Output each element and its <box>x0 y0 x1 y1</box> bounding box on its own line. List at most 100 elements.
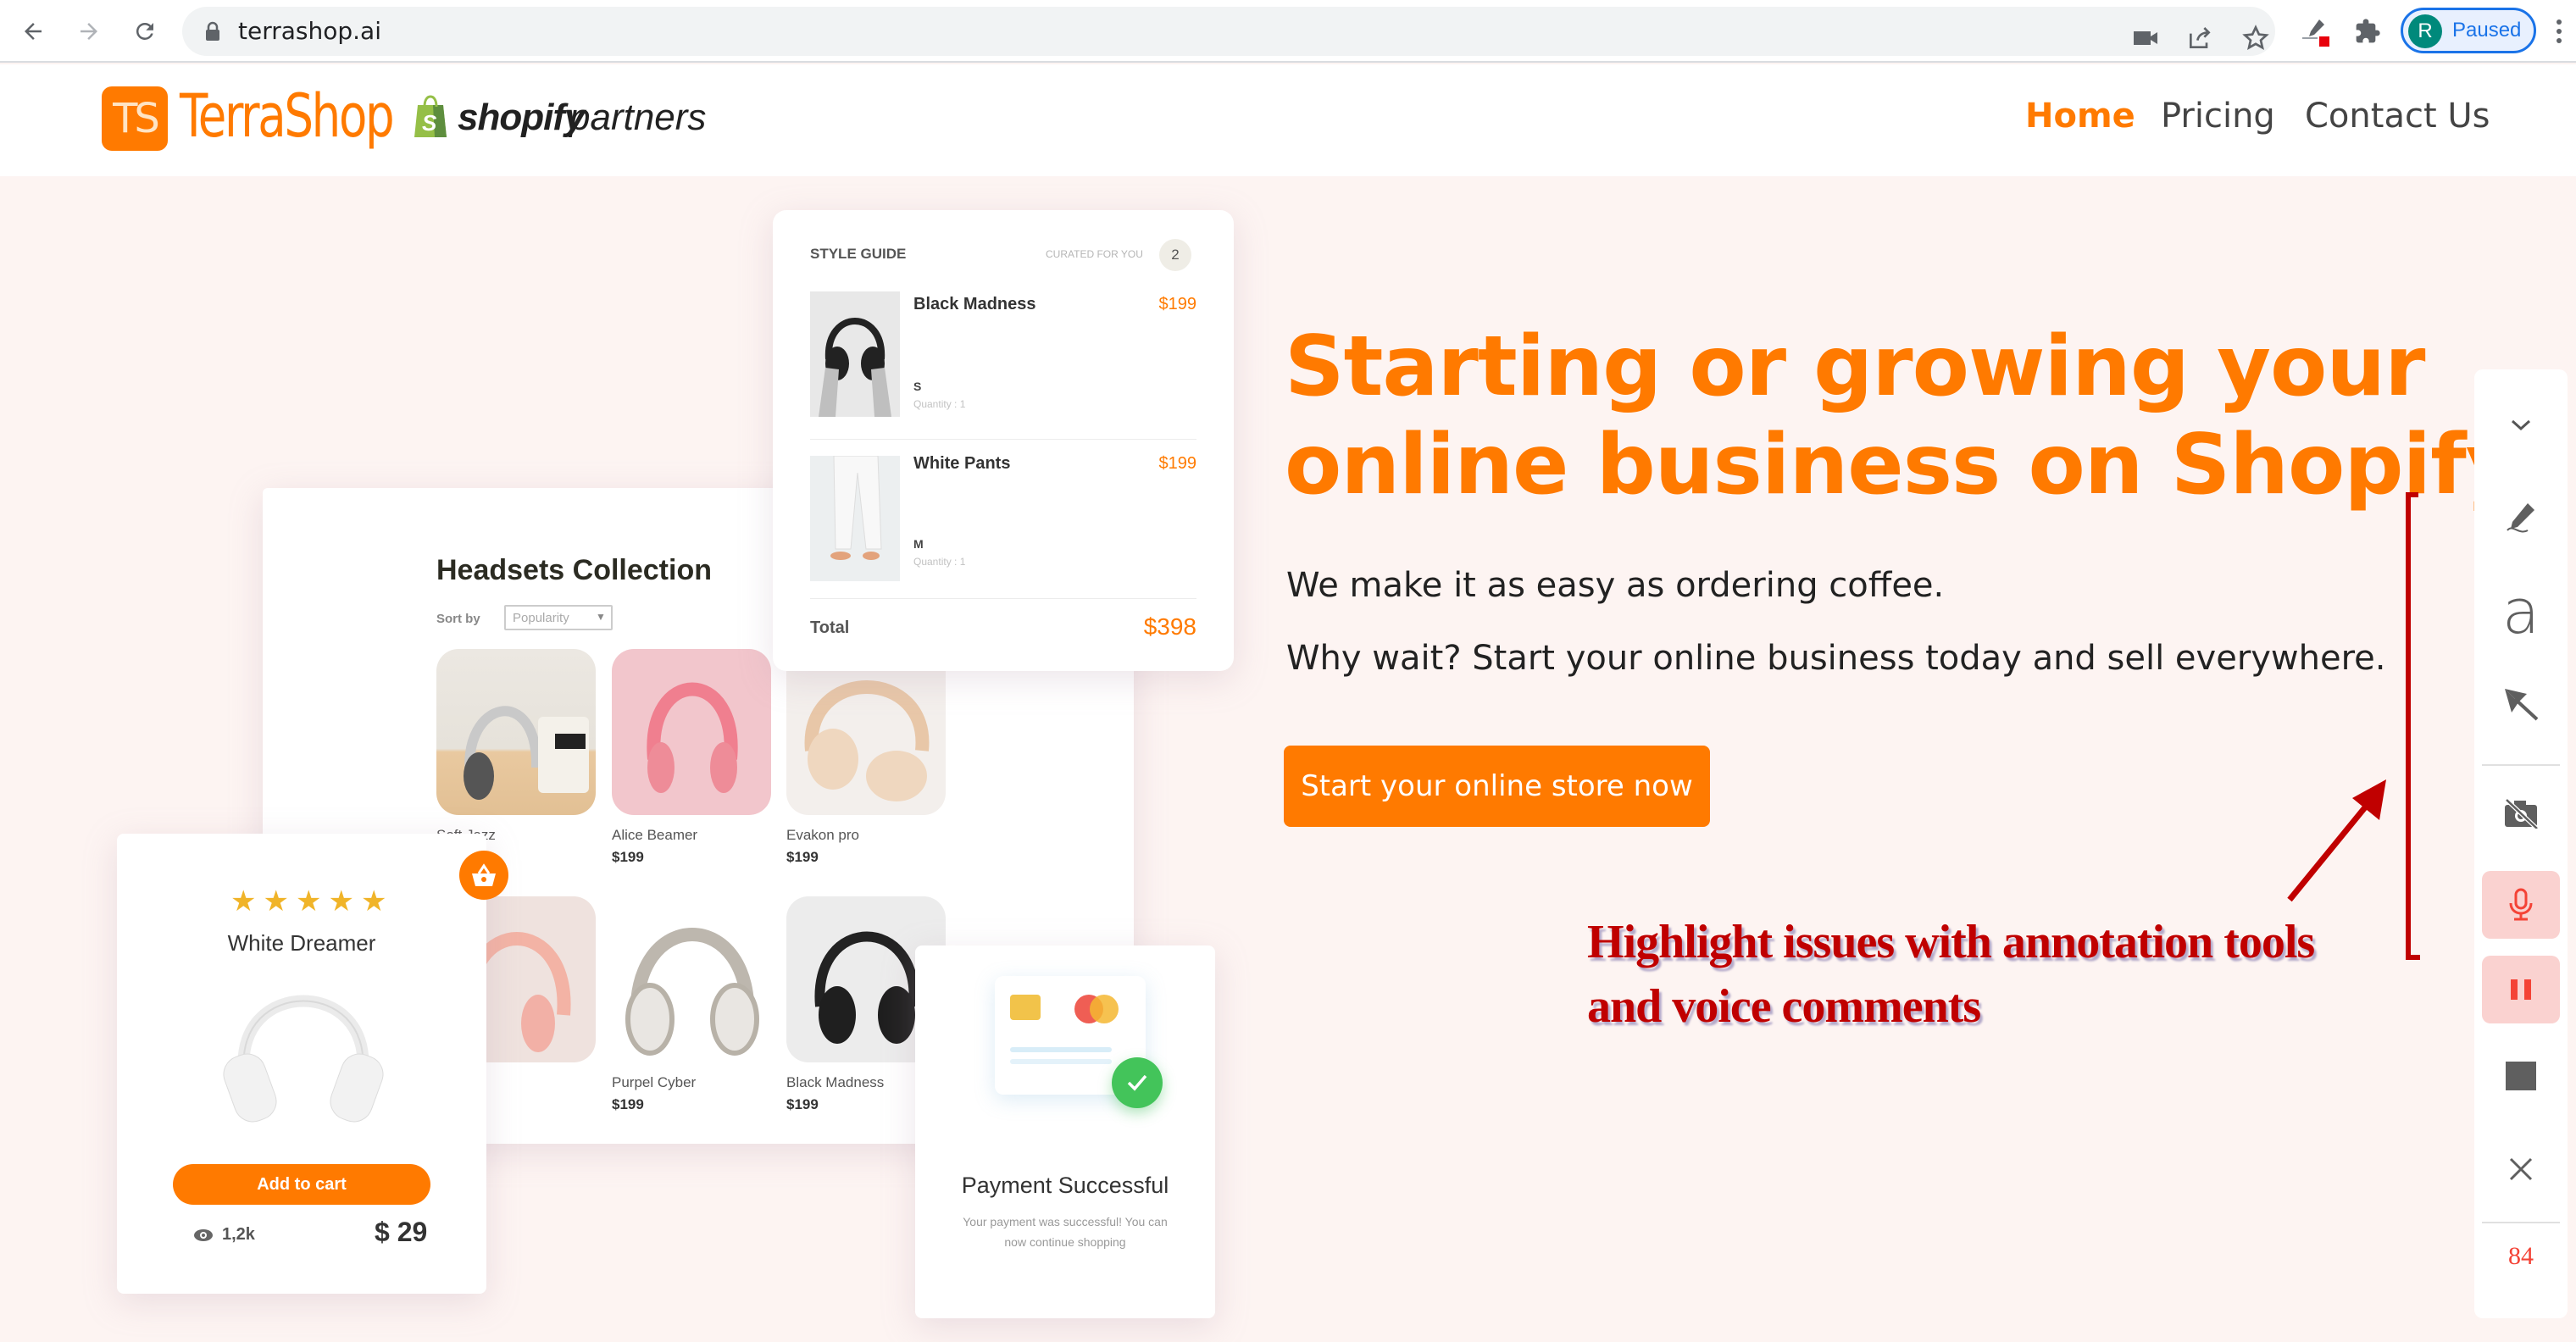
product-price: $199 <box>612 1096 644 1112</box>
chevron-down-icon <box>2511 419 2531 431</box>
svg-text:S: S <box>422 110 437 136</box>
arrow-tool-button[interactable] <box>2482 671 2560 739</box>
pen-icon <box>2507 503 2534 533</box>
camera-icon[interactable] <box>2129 22 2162 54</box>
style-guide-title: STYLE GUIDE <box>810 246 907 262</box>
close-button[interactable] <box>2482 1135 2560 1203</box>
headphones-image <box>223 995 384 1123</box>
toolbar-divider <box>2482 1222 2560 1223</box>
item-image <box>810 291 900 417</box>
lock-icon <box>206 21 219 41</box>
address-bar[interactable]: terrashop.ai <box>182 7 2275 56</box>
mastercard-icon-overlap <box>1090 995 1119 1023</box>
annotate-extension-icon[interactable] <box>2300 15 2332 47</box>
chevron-down-icon: ▼ <box>596 611 606 623</box>
pants-icon <box>830 455 882 560</box>
nav-contact-us[interactable]: Contact Us <box>2305 97 2490 136</box>
star-icon: ★ <box>230 885 257 918</box>
product-price: $ 29 <box>375 1217 428 1247</box>
extensions-puzzle-icon[interactable] <box>2351 15 2384 47</box>
card-stripe <box>1010 1047 1112 1052</box>
card-stripe <box>1010 1059 1112 1064</box>
nav-home[interactable]: Home <box>2025 97 2135 136</box>
headphones-icon <box>464 706 589 800</box>
payment-card: Payment Successful Your payment was succ… <box>915 946 1215 1318</box>
item-quantity: Quantity : 1 <box>913 398 966 410</box>
annotation-text-line2: and voice comments <box>1587 980 1981 1033</box>
hero-paragraph-1: We make it as easy as ordering coffee. <box>1286 566 1945 605</box>
back-arrow-icon[interactable] <box>14 12 53 51</box>
product-image-purpel-cyber[interactable] <box>612 896 771 1062</box>
headphones-icon <box>647 682 738 793</box>
recording-toolbar: a 84 <box>2474 369 2568 1318</box>
product-name: Purpel Cyber <box>612 1074 697 1090</box>
kebab-menu-icon[interactable] <box>2551 15 2568 47</box>
sort-value: Popularity <box>513 611 569 625</box>
chip-icon <box>1010 995 1041 1020</box>
star-rating: ★ ★ ★ ★ ★ <box>230 884 386 918</box>
view-count: 1,2k <box>222 1225 255 1244</box>
hero-paragraph-2: Why wait? Start your online business tod… <box>1286 639 2386 678</box>
product-name: Evakon pro <box>786 827 859 843</box>
text-icon: a <box>2501 576 2540 647</box>
product-price: $199 <box>612 849 644 865</box>
collection-title: Headsets Collection <box>436 554 712 586</box>
forward-arrow-icon[interactable] <box>69 12 108 51</box>
item-price: $199 <box>1158 295 1197 313</box>
toolbar-divider <box>2482 764 2560 766</box>
style-guide-card: STYLE GUIDE CURATED FOR YOU 2 Black Madn… <box>773 210 1234 671</box>
basket-button[interactable] <box>459 851 508 900</box>
start-store-button[interactable]: Start your online store now <box>1284 746 1710 827</box>
annotation-bracket <box>2406 492 2420 960</box>
item-size: M <box>913 537 924 551</box>
product-image-evakon-pro[interactable] <box>786 649 946 815</box>
payment-title: Payment Successful <box>961 1173 1169 1198</box>
site-header: TS TerraShop S shopify partners Home Pri… <box>0 64 2576 176</box>
bookmark-star-icon[interactable] <box>2240 22 2272 54</box>
logo-name: TerraShop <box>180 81 395 151</box>
headphones-icon <box>804 680 930 801</box>
item-size: S <box>913 380 922 393</box>
text-tool-button[interactable]: a <box>2482 578 2560 646</box>
logo-badge: TS <box>102 86 168 151</box>
product-price: $199 <box>786 1096 819 1112</box>
product-price: $199 <box>786 849 819 865</box>
basket-icon <box>472 863 496 886</box>
camera-toggle-button[interactable] <box>2482 779 2560 847</box>
microphone-icon <box>2509 888 2533 921</box>
annotation-drawings <box>2287 492 2420 960</box>
sort-dropdown[interactable]: Popularity ▼ <box>504 605 613 630</box>
star-icon: ★ <box>360 885 387 918</box>
payment-message-line1: Your payment was successful! You can <box>963 1215 1168 1228</box>
url-text[interactable]: terrashop.ai <box>238 17 381 45</box>
product-name: Alice Beamer <box>612 827 698 843</box>
pen-tool-button[interactable] <box>2482 485 2560 552</box>
reload-icon[interactable] <box>125 12 164 51</box>
microphone-button[interactable] <box>2482 871 2560 939</box>
browser-toolbar: terrashop.ai R Paused <box>0 0 2576 63</box>
recording-timer: 84 <box>2508 1242 2534 1270</box>
item-name: White Pants <box>913 454 1011 473</box>
share-icon[interactable] <box>2184 22 2216 54</box>
total-value: $398 <box>1143 613 1196 640</box>
headphones-icon <box>625 928 759 1056</box>
collapse-toolbar-button[interactable] <box>2482 391 2560 459</box>
eye-icon <box>194 1229 213 1241</box>
product-image-alice-beamer[interactable] <box>612 649 771 815</box>
divider <box>810 598 1196 599</box>
stop-icon <box>2506 1062 2536 1090</box>
count-badge: 2 <box>1159 239 1191 271</box>
sort-label: Sort by <box>436 612 480 626</box>
add-to-cart-button[interactable]: Add to cart <box>173 1164 430 1205</box>
profile-button[interactable]: R Paused <box>2401 8 2536 53</box>
nav-pricing[interactable]: Pricing <box>2161 97 2275 136</box>
success-check-icon <box>1112 1057 1163 1108</box>
shopify-bag-icon: S <box>414 95 447 137</box>
camera-off-icon <box>2505 798 2539 829</box>
close-icon <box>2509 1157 2533 1181</box>
pause-button[interactable] <box>2482 956 2560 1023</box>
product-image-soft-jazz[interactable] <box>436 649 596 815</box>
arrow-pointer-icon <box>2505 689 2539 721</box>
stop-button[interactable] <box>2482 1042 2560 1110</box>
annotation-arrow-shaft <box>2287 796 2375 902</box>
